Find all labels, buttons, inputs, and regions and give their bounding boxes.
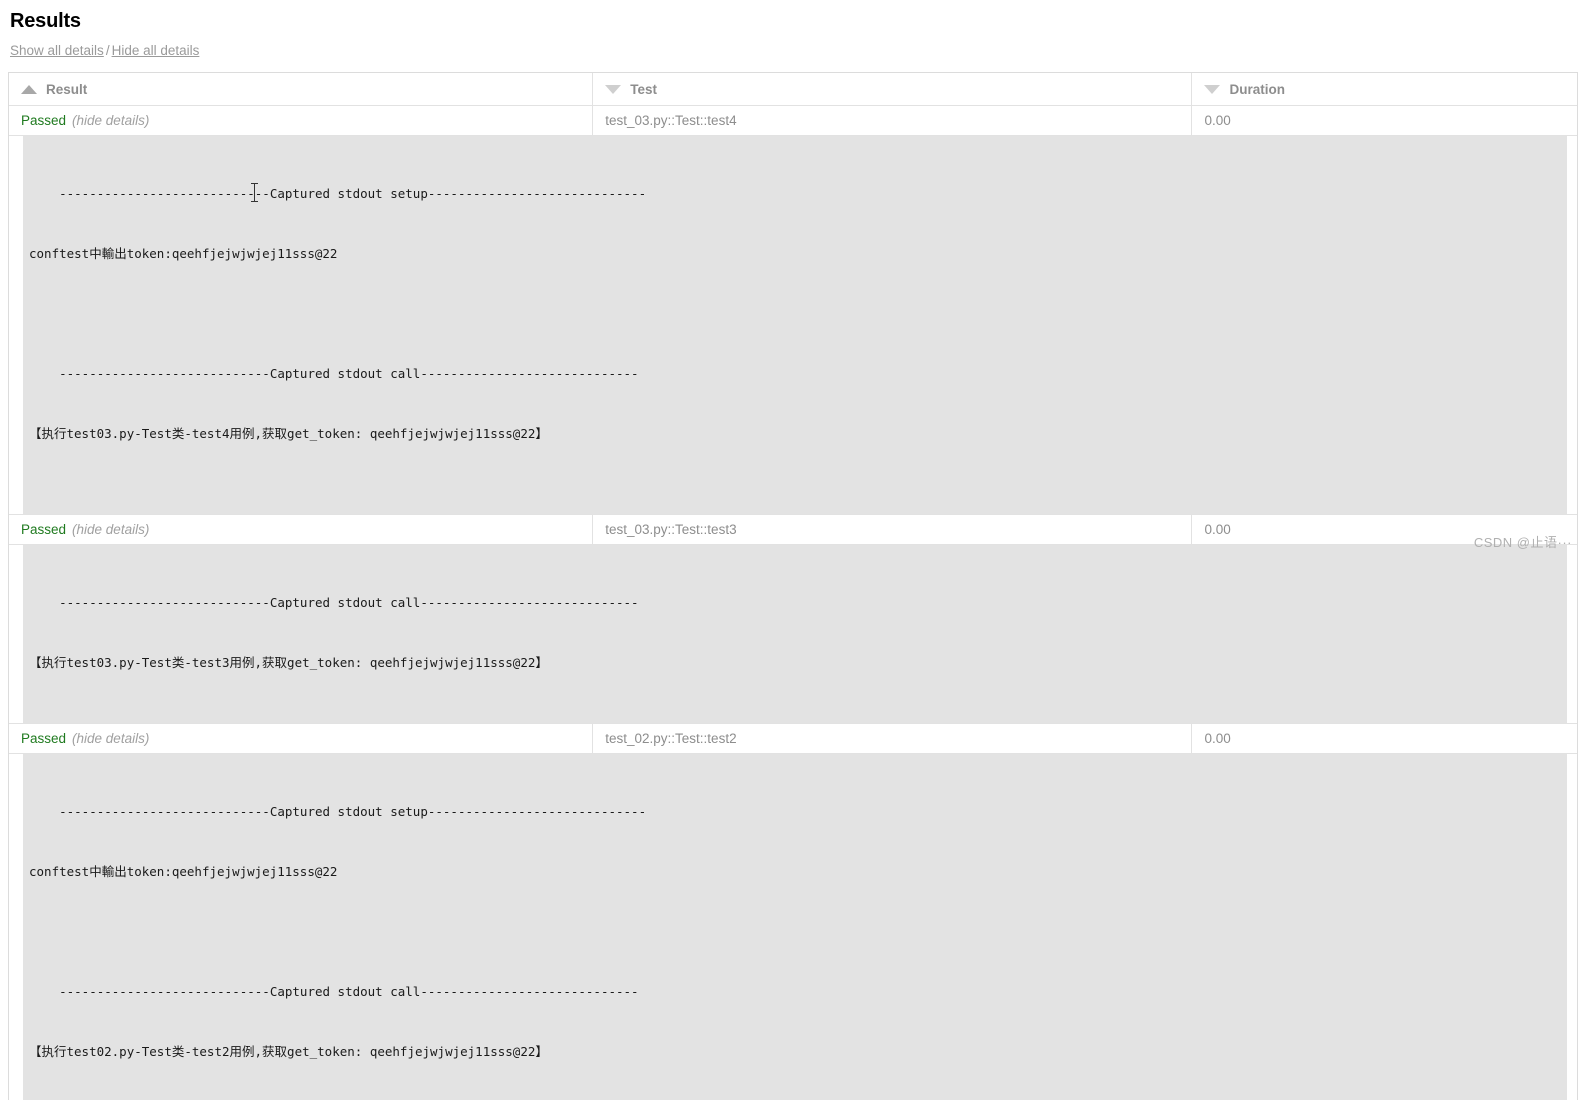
hide-all-details-link[interactable]: Hide all details bbox=[112, 43, 200, 58]
status-badge: Passed bbox=[21, 113, 67, 128]
triangle-down-icon bbox=[605, 84, 622, 94]
links-separator: / bbox=[105, 43, 110, 58]
log-blank-line bbox=[29, 304, 1567, 324]
column-header-result-label: Result bbox=[46, 81, 88, 97]
test-cell: test_02.py::Test::test2 bbox=[592, 724, 1191, 753]
log-line: 【执行test03.py-Test类-test3用例,获取get_token: … bbox=[29, 655, 548, 670]
toggle-details-link[interactable]: (hide details) bbox=[72, 522, 149, 537]
table-row[interactable]: Passed (hide details) test_02.py::Test::… bbox=[9, 724, 1577, 754]
triangle-up-icon bbox=[21, 84, 37, 94]
test-id: test_03.py::Test::test3 bbox=[605, 522, 737, 537]
test-cell: test_03.py::Test::test4 bbox=[592, 106, 1191, 135]
column-header-result[interactable]: Result bbox=[9, 73, 592, 105]
log-blank-line bbox=[29, 922, 1567, 942]
test-cell: test_03.py::Test::test3 bbox=[592, 515, 1191, 544]
log-line: ----------------------------Captured std… bbox=[29, 804, 647, 819]
toggle-details-link[interactable]: (hide details) bbox=[72, 113, 149, 128]
duration-value: 0.00 bbox=[1204, 731, 1231, 746]
log-line: ----------------------------Captured std… bbox=[29, 595, 639, 610]
table-row[interactable]: Passed (hide details) test_03.py::Test::… bbox=[9, 106, 1577, 136]
table-row[interactable]: Passed (hide details) test_03.py::Test::… bbox=[9, 515, 1577, 545]
duration-value: 0.00 bbox=[1204, 113, 1231, 128]
log-line: ----------------------------Captured std… bbox=[29, 366, 639, 381]
table-header-row: Result Test Duration bbox=[9, 73, 1577, 106]
log-output: ----------------------------Captured std… bbox=[23, 754, 1567, 1100]
page-title: Results bbox=[10, 10, 81, 32]
duration-cell: 0.00 bbox=[1191, 515, 1577, 544]
column-header-test-label: Test bbox=[630, 81, 658, 97]
column-header-duration-label: Duration bbox=[1229, 81, 1285, 97]
column-header-test[interactable]: Test bbox=[592, 73, 1191, 105]
toggle-details-link[interactable]: (hide details) bbox=[72, 731, 149, 746]
log-line: ----------------------------Captured std… bbox=[29, 984, 639, 999]
log-row: ----------------------------Captured std… bbox=[9, 754, 1577, 1100]
result-cell: Passed (hide details) bbox=[9, 724, 592, 753]
triangle-down-icon bbox=[1204, 84, 1221, 94]
test-id: test_03.py::Test::test4 bbox=[605, 113, 737, 128]
log-output: ----------------------------Captured std… bbox=[23, 136, 1567, 514]
results-page: Results Show all details / Hide all detail… bbox=[0, 8, 1586, 1100]
log-line: ----------------------------Captured std… bbox=[29, 186, 647, 201]
duration-value: 0.00 bbox=[1204, 522, 1231, 537]
log-line: 【执行test02.py-Test类-test2用例,获取get_token: … bbox=[29, 1044, 548, 1059]
log-line: conftest中輸出token:qeehfjejwjwjej11sss@22 bbox=[29, 246, 338, 261]
column-header-duration[interactable]: Duration bbox=[1191, 73, 1577, 105]
log-output: ----------------------------Captured std… bbox=[23, 545, 1567, 723]
results-table: Result Test Duration Passed (hide detail… bbox=[8, 72, 1578, 1100]
detail-toggle-links: Show all details / Hide all details bbox=[10, 43, 1578, 59]
log-row: ----------------------------Captured std… bbox=[9, 545, 1577, 724]
log-line: 【执行test03.py-Test类-test4用例,获取get_token: … bbox=[29, 426, 548, 441]
test-id: test_02.py::Test::test2 bbox=[605, 731, 737, 746]
log-row: ----------------------------Captured std… bbox=[9, 136, 1577, 515]
status-badge: Passed bbox=[21, 731, 67, 746]
status-badge: Passed bbox=[21, 522, 67, 537]
show-all-details-link[interactable]: Show all details bbox=[10, 43, 104, 58]
duration-cell: 0.00 bbox=[1191, 106, 1577, 135]
result-cell: Passed (hide details) bbox=[9, 106, 592, 135]
log-line: conftest中輸出token:qeehfjejwjwjej11sss@22 bbox=[29, 864, 338, 879]
result-cell: Passed (hide details) bbox=[9, 515, 592, 544]
duration-cell: 0.00 bbox=[1191, 724, 1577, 753]
